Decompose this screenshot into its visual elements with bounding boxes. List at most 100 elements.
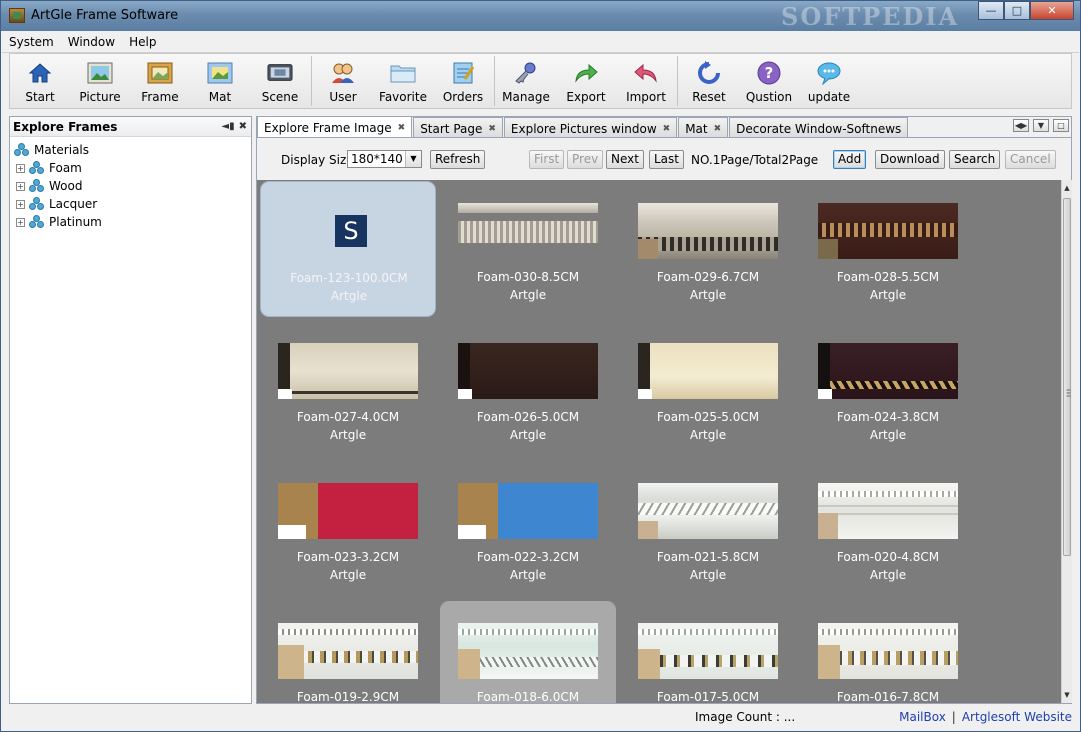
scene-label: Scene [261, 90, 299, 104]
frame-tile[interactable]: S Foam-123-100.0CM Artgle [260, 181, 436, 317]
menu-system[interactable]: System [2, 32, 61, 52]
display-size-label: Display Size [281, 153, 354, 167]
frame-tile[interactable]: Foam-024-3.8CM Artgle [800, 321, 976, 457]
reset-button[interactable]: Reset [679, 54, 739, 108]
picture-button[interactable]: Picture [70, 54, 130, 108]
frame-name: Foam-027-4.0CM [296, 410, 400, 424]
search-button[interactable]: Search [949, 150, 1001, 169]
tree-label: Materials [34, 143, 90, 157]
question-button[interactable]: ? Qustion [739, 54, 799, 108]
tree-node-materials[interactable]: Materials [10, 141, 251, 159]
mat-icon [207, 60, 233, 86]
menu-window[interactable]: Window [61, 32, 122, 52]
export-label: Export [566, 90, 606, 104]
expand-icon[interactable]: + [16, 199, 25, 209]
frame-tile[interactable]: Foam-022-3.2CM Artgle [440, 461, 616, 597]
frame-thumbnail [278, 623, 418, 679]
tab-close-icon[interactable]: ✖ [398, 123, 406, 133]
frame-tile[interactable]: Foam-027-4.0CM Artgle [260, 321, 436, 457]
add-button[interactable]: Add [833, 150, 867, 169]
tab-start-page[interactable]: Start Page ✖ [413, 117, 503, 137]
reset-icon [696, 60, 722, 86]
refresh-button[interactable]: Refresh [430, 150, 486, 169]
frame-tile[interactable]: Foam-025-5.0CM Artgle [620, 321, 796, 457]
expand-icon[interactable]: + [16, 181, 25, 191]
key-icon [513, 60, 539, 86]
frame-tile[interactable]: Foam-023-3.2CM Artgle [260, 461, 436, 597]
manage-button[interactable]: Manage [496, 54, 556, 108]
tab-decorate-window[interactable]: Decorate Window-Softnews [729, 117, 909, 137]
start-button[interactable]: Start [10, 54, 70, 108]
cancel-button[interactable]: Cancel [1005, 150, 1056, 169]
frame-tile[interactable]: Foam-026-5.0CM Artgle [440, 321, 616, 457]
tab-explore-pictures-window[interactable]: Explore Pictures window ✖ [503, 117, 678, 137]
frame-thumbnail [638, 483, 778, 539]
update-button[interactable]: update [799, 54, 859, 108]
picture-label: Picture [79, 90, 121, 104]
favorite-button[interactable]: Favorite [373, 54, 433, 108]
frame-tile[interactable]: Foam-028-5.5CM Artgle [800, 181, 976, 317]
start-label: Start [25, 90, 55, 104]
scroll-up-icon[interactable]: ▲ [1062, 182, 1072, 194]
menu-help[interactable]: Help [122, 32, 163, 52]
last-button[interactable]: Last [649, 150, 684, 169]
tab-close-icon[interactable]: ✖ [714, 124, 722, 134]
tab-scroll-left-icon[interactable]: ◀▶ [1013, 119, 1029, 132]
tree-label: Platinum [49, 215, 102, 229]
import-arrow-icon [633, 60, 659, 86]
frame-thumbnail [458, 483, 598, 539]
frame-name: Foam-018-6.0CM [476, 690, 580, 703]
orders-button[interactable]: Orders [433, 54, 493, 108]
tree-node-lacquer[interactable]: + Lacquer [10, 195, 251, 213]
frame-tile[interactable]: Foam-021-5.8CM Artgle [620, 461, 796, 597]
frame-button[interactable]: Frame [130, 54, 190, 108]
close-button[interactable]: ✕ [1030, 1, 1074, 20]
expand-icon[interactable]: + [16, 163, 25, 173]
favorite-label: Favorite [379, 90, 427, 104]
prev-button[interactable]: Prev [567, 150, 604, 169]
export-button[interactable]: Export [556, 54, 616, 108]
panel-minimize-icon[interactable]: ◄▮ [221, 121, 234, 132]
frame-tile[interactable]: Foam-018-6.0CM [440, 601, 616, 703]
frame-tile[interactable]: Foam-016-7.8CM [800, 601, 976, 703]
minimize-button[interactable]: — [978, 1, 1004, 20]
frame-tile[interactable]: Foam-019-2.9CM [260, 601, 436, 703]
mat-button[interactable]: Mat [190, 54, 250, 108]
website-link[interactable]: Artglesoft Website [962, 710, 1072, 724]
grid-scrollbar[interactable]: ▲ = = = ▼ [1061, 180, 1072, 703]
frame-tile[interactable]: Foam-029-6.7CM Artgle [620, 181, 796, 317]
display-size-select[interactable]: 180*140 ▼ [347, 150, 422, 168]
frame-tile[interactable]: Foam-017-5.0CM [620, 601, 796, 703]
frame-tile[interactable]: Foam-020-4.8CM Artgle [800, 461, 976, 597]
scroll-thumb[interactable]: = = = [1063, 198, 1071, 556]
expand-icon[interactable]: + [16, 217, 25, 227]
mat-label: Mat [208, 90, 232, 104]
tab-maximize-icon[interactable]: □ [1053, 119, 1069, 132]
tab-mat[interactable]: Mat ✖ [678, 117, 729, 137]
panel-close-icon[interactable]: ✖ [239, 121, 247, 132]
first-button[interactable]: First [529, 150, 565, 169]
scroll-down-icon[interactable]: ▼ [1062, 689, 1072, 701]
download-button[interactable]: Download [875, 150, 945, 169]
tab-explore-frame-image[interactable]: Explore Frame Image ✖ [257, 116, 413, 137]
tree-node-foam[interactable]: + Foam [10, 159, 251, 177]
tab-close-icon[interactable]: ✖ [488, 124, 496, 134]
tab-list-icon[interactable]: ▼ [1033, 119, 1049, 132]
scene-button[interactable]: Scene [250, 54, 310, 108]
next-button[interactable]: Next [606, 150, 644, 169]
maximize-button[interactable]: □ [1004, 1, 1030, 20]
frame-brand: Artgle [329, 428, 367, 442]
mailbox-link[interactable]: MailBox [899, 710, 946, 724]
tree-node-platinum[interactable]: + Platinum [10, 213, 251, 231]
user-button[interactable]: User [313, 54, 373, 108]
import-button[interactable]: Import [616, 54, 676, 108]
page-info: NO.1Page/Total2Page [691, 153, 819, 167]
frame-brand: Artgle [329, 568, 367, 582]
clover-icon [14, 143, 30, 157]
tree-node-wood[interactable]: + Wood [10, 177, 251, 195]
status-bar: Image Count : ... MailBox | Artglesoft Web… [9, 707, 1072, 727]
frame-tile[interactable]: Foam-030-8.5CM Artgle [440, 181, 616, 317]
frame-name: Foam-016-7.8CM [836, 690, 940, 703]
tab-close-icon[interactable]: ✖ [663, 124, 671, 134]
manage-label: Manage [502, 90, 550, 104]
